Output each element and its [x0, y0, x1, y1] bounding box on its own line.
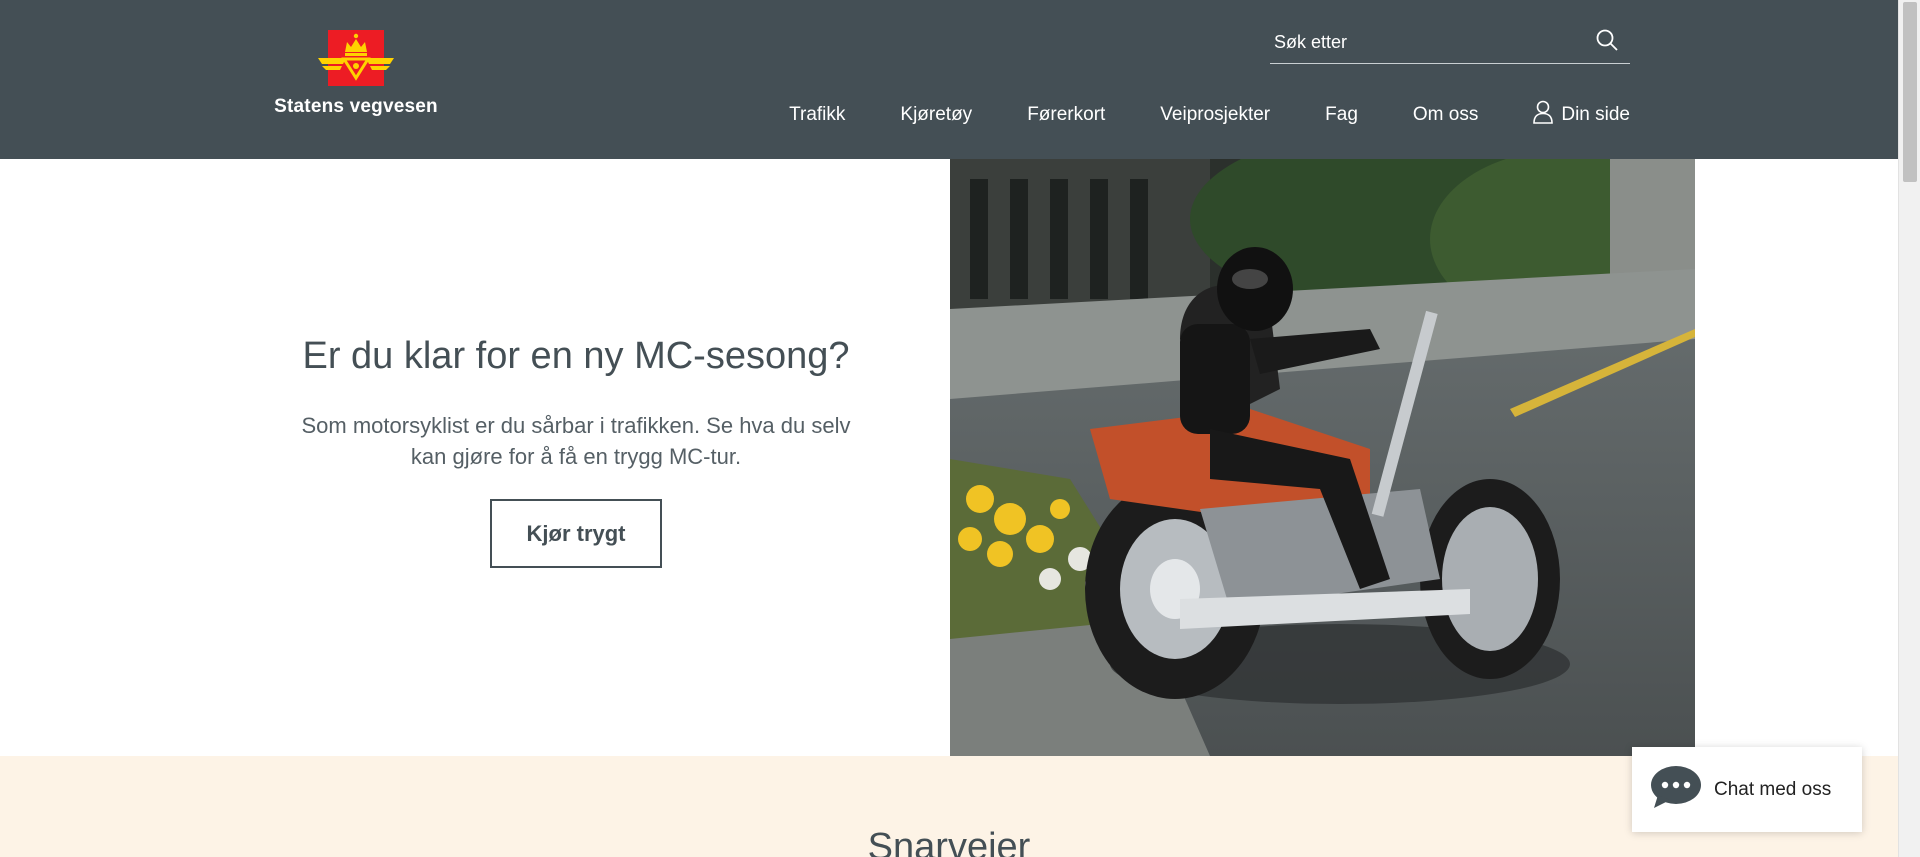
hero-section: Er du klar for en ny MC-sesong? Som moto… — [0, 159, 1898, 756]
search-input[interactable] — [1274, 28, 1574, 56]
din-side-label: Din side — [1561, 104, 1630, 125]
scrollbar-thumb[interactable] — [1903, 2, 1917, 182]
chat-bubble-icon — [1650, 765, 1702, 814]
hero-description: Som motorsyklist er du sårbar i trafikke… — [301, 412, 851, 470]
statens-vegvesen-logo-icon — [318, 30, 394, 86]
chat-label: Chat med oss — [1714, 778, 1832, 800]
search-icon — [1596, 29, 1618, 51]
main-nav: Trafikk Kjøretøy Førerkort Veiprosjekter… — [789, 100, 1630, 130]
logo-text: Statens vegvesen — [274, 96, 438, 117]
shortcuts-section: Snarveier — [0, 756, 1898, 857]
nav-item-veiprosjekter[interactable]: Veiprosjekter — [1160, 104, 1270, 126]
site-logo[interactable]: Statens vegvesen — [268, 28, 444, 123]
hero-text-block: Er du klar for en ny MC-sesong? Som moto… — [300, 334, 852, 569]
hero-image-motorcycle — [950, 159, 1695, 756]
page-scrollbar[interactable] — [1898, 0, 1920, 857]
site-header: Statens vegvesen Trafikk Kjøretøy Førerk… — [0, 0, 1898, 159]
nav-item-trafikk[interactable]: Trafikk — [789, 104, 845, 126]
chat-button[interactable]: Chat med oss — [1632, 747, 1862, 832]
nav-item-om-oss[interactable]: Om oss — [1413, 104, 1478, 126]
nav-item-fag[interactable]: Fag — [1325, 104, 1358, 126]
nav-item-kjoretoy[interactable]: Kjøretøy — [900, 104, 972, 126]
search-bar — [1270, 22, 1630, 64]
kjor-trygt-button[interactable]: Kjør trygt — [490, 499, 662, 569]
shortcuts-title: Snarveier — [867, 826, 1031, 857]
search-button[interactable] — [1592, 26, 1622, 56]
nav-item-forerkort[interactable]: Førerkort — [1027, 104, 1105, 126]
nav-item-din-side[interactable]: Din side — [1533, 100, 1630, 130]
hero-title: Er du klar for en ny MC-sesong? — [302, 335, 850, 377]
user-icon — [1533, 100, 1554, 130]
